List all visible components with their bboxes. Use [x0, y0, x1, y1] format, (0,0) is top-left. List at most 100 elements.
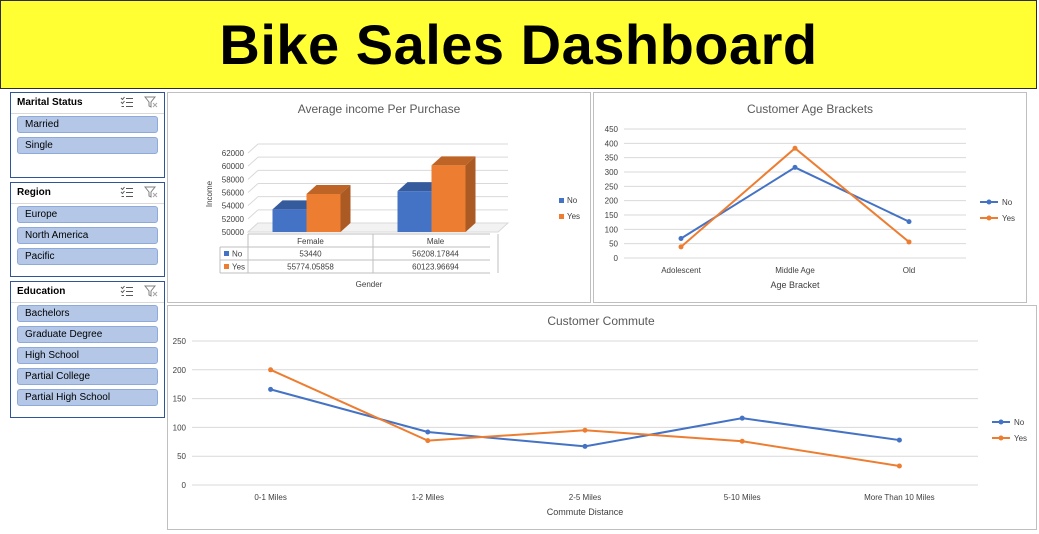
slicer-item-partial-college[interactable]: Partial College — [17, 368, 158, 385]
x-tick-label: Female — [297, 237, 324, 246]
y-tick-label: 52000 — [222, 215, 245, 224]
data-label: 53440 — [299, 250, 322, 259]
y-tick-label: 100 — [173, 423, 187, 432]
clear-filter-icon[interactable] — [144, 186, 158, 198]
x-tick-label: 1-2 Miles — [412, 493, 444, 502]
y-tick-label: 250 — [173, 337, 187, 346]
x-tick-label: Old — [903, 266, 915, 275]
chart-age[interactable]: Customer Age Brackets 0 50 100 150 200 250 300 3… — [593, 92, 1027, 303]
data-point-no — [425, 429, 431, 435]
y-tick-label: 0 — [614, 254, 619, 263]
x-tick-label: Middle Age — [775, 266, 815, 275]
multi-select-icon[interactable] — [120, 96, 134, 108]
x-axis-label: Age Bracket — [770, 280, 820, 290]
y-tick-label: 56000 — [222, 189, 245, 198]
y-tick-label: 450 — [605, 125, 619, 134]
age-chart-svg: Customer Age Brackets 0 50 100 150 200 250 300 3… — [605, 102, 1015, 290]
slicer-item-bachelors[interactable]: Bachelors — [17, 305, 158, 322]
gridline-side — [247, 209, 259, 220]
slicer-item-high-school[interactable]: High School — [17, 347, 158, 364]
slicer-education: Education Bachelors Graduate Degree High… — [10, 281, 165, 418]
y-tick-label: 50000 — [222, 228, 245, 237]
chart-commute[interactable]: Customer Commute 0 50 100 150 200 250 0-1 Miles… — [167, 305, 1037, 530]
bar-no-female — [272, 209, 307, 232]
data-point-yes — [582, 427, 588, 433]
gridline-side — [247, 196, 259, 207]
legend-marker — [998, 435, 1004, 441]
data-point-no — [792, 164, 798, 170]
y-tick-label: 250 — [605, 182, 619, 191]
slicer-item-single[interactable]: Single — [17, 137, 158, 154]
y-tick-label: 0 — [182, 481, 187, 490]
slicer-item-graduate-degree[interactable]: Graduate Degree — [17, 326, 158, 343]
table-series-label: Yes — [232, 263, 245, 272]
slicer-title: Region — [17, 187, 51, 198]
clear-filter-icon[interactable] — [144, 285, 158, 297]
legend-label: No — [1002, 198, 1013, 207]
table-legend-key — [224, 264, 229, 269]
chart-title: Average income Per Purchase — [298, 102, 461, 116]
commute-chart-svg: Customer Commute 0 50 100 150 200 250 0-1 Miles… — [173, 314, 1027, 517]
gridline-side — [247, 143, 259, 154]
slicer-header: Education — [11, 282, 164, 303]
data-label: 55774.05858 — [287, 263, 334, 272]
slicer-marital-status: Marital Status Married Single — [10, 92, 165, 178]
y-tick-label: 300 — [605, 168, 619, 177]
bar-no-male — [397, 191, 432, 232]
y-tick-label: 62000 — [222, 149, 245, 158]
y-tick-label: 350 — [605, 154, 619, 163]
data-label: 60123.96694 — [412, 263, 459, 272]
data-point-yes — [678, 244, 684, 250]
title-banner: Bike Sales Dashboard — [0, 0, 1037, 89]
y-tick-label: 150 — [605, 211, 619, 220]
series-line-no — [270, 388, 900, 448]
x-axis-label: Gender — [356, 280, 383, 289]
data-point-no — [582, 443, 588, 449]
legend-key — [559, 198, 564, 203]
multi-select-icon[interactable] — [120, 285, 134, 297]
data-point-yes — [896, 463, 902, 469]
y-tick-label: 150 — [173, 395, 187, 404]
x-tick-label: Male — [427, 237, 445, 246]
gridline-side — [247, 169, 259, 180]
legend-label: No — [567, 196, 578, 205]
slicer-item-pacific[interactable]: Pacific — [17, 248, 158, 265]
y-tick-label: 400 — [605, 139, 619, 148]
legend-marker — [998, 419, 1004, 425]
data-point-yes — [906, 239, 912, 245]
chart-income[interactable]: Average income Per Purchase 50000 52000 540… — [167, 92, 591, 303]
legend-marker — [986, 215, 992, 221]
slicer-item-europe[interactable]: Europe — [17, 206, 158, 223]
slicer-item-married[interactable]: Married — [17, 116, 158, 133]
legend-label: Yes — [1002, 214, 1015, 223]
y-tick-label: 50 — [177, 452, 186, 461]
legend-label: No — [1014, 418, 1025, 427]
gridline-side — [247, 183, 259, 193]
data-point-yes — [268, 367, 274, 373]
table-legend-key — [224, 251, 229, 256]
x-tick-label: More Than 10 Miles — [864, 493, 935, 502]
income-chart-svg: Average income Per Purchase 50000 52000 540… — [205, 102, 580, 289]
x-tick-label: 2-5 Miles — [569, 493, 601, 502]
legend-label: Yes — [567, 212, 580, 221]
slicer-item-partial-high-school[interactable]: Partial High School — [17, 389, 158, 406]
multi-select-icon[interactable] — [120, 186, 134, 198]
slicer-header: Region — [11, 183, 164, 204]
y-tick-label: 60000 — [222, 162, 245, 171]
clear-filter-icon[interactable] — [144, 96, 158, 108]
page-title: Bike Sales Dashboard — [219, 13, 818, 76]
y-tick-label: 200 — [605, 197, 619, 206]
slicer-title: Marital Status — [17, 97, 83, 108]
slicer-header: Marital Status — [11, 93, 164, 114]
y-tick-label: 54000 — [222, 202, 245, 211]
bar-side — [465, 156, 476, 232]
slicer-region: Region Europe North America Pacific — [10, 182, 165, 277]
slicer-item-north-america[interactable]: North America — [17, 227, 158, 244]
data-point-yes — [739, 438, 745, 444]
data-point-no — [739, 415, 745, 421]
x-tick-label: 5-10 Miles — [724, 493, 761, 502]
data-point-no — [906, 219, 912, 225]
legend-marker — [986, 199, 992, 205]
data-point-yes — [792, 145, 798, 151]
data-point-no — [678, 236, 684, 242]
